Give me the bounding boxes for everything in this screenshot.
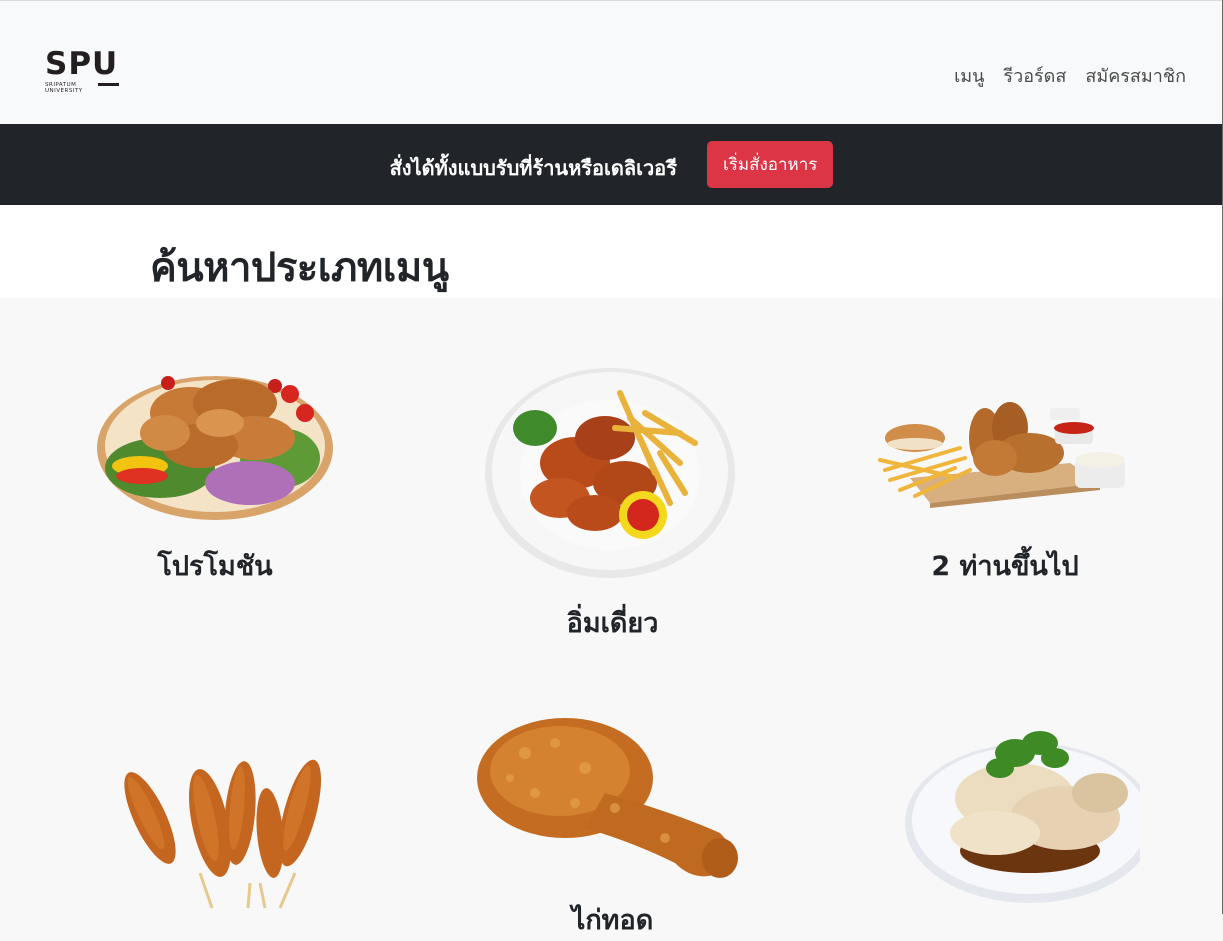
category-label-fried-chicken: ไก่ทอด [571, 905, 654, 936]
nav-link-rewards[interactable]: รีวอร์ดส [1003, 61, 1066, 90]
fried-chicken-platter-image [97, 376, 333, 520]
category-grid: โปรโมชัน อิ่มเดี่ยว 2 ท่านขึ้นไป ไก่ทอด [0, 298, 1223, 936]
logo-underline [98, 83, 119, 86]
category-label-promotion: โปรโมชัน [157, 551, 273, 582]
category-card-sharing[interactable]: 2 ท่านขึ้นไป [870, 398, 1140, 588]
category-card-promotion[interactable]: โปรโมชัน [90, 358, 340, 648]
logo-subtitle-line2: UNIVERSITY [45, 88, 83, 94]
promo-banner: สั่งได้ทั้งแบบรับที่ร้านหรือเดลิเวอรี เร… [0, 124, 1223, 205]
start-order-button[interactable]: เริ่มสั่งอาหาร [706, 141, 834, 188]
spu-logo[interactable]: SPU SRIPATUM UNIVERSITY [45, 49, 125, 97]
logo-wordmark: SPU [45, 46, 119, 82]
fried-sticks-image [124, 759, 322, 909]
category-label-sharing: 2 ท่านขึ้นไป [931, 551, 1079, 582]
fried-drumstick-image [477, 718, 738, 878]
heading-section: ค้นหาประเภทเมนู [0, 205, 1223, 298]
logo-subtitle: SRIPATUM UNIVERSITY [45, 82, 100, 94]
category-label-single: อิ่มเดี่ยว [566, 608, 659, 639]
chicken-fries-tray-image [878, 402, 1125, 508]
hainanese-chicken-image [905, 731, 1140, 903]
nav-link-menu[interactable]: เมนู [954, 61, 984, 90]
category-card-single[interactable]: อิ่มเดี่ยว [480, 363, 745, 663]
promo-text: สั่งได้ทั้งแบบรับที่ร้านหรือเดลิเวอรี [389, 155, 677, 180]
nav-link-signup[interactable]: สมัครสมาชิก [1085, 61, 1186, 90]
category-card-6[interactable] [905, 723, 1140, 914]
nav-links: เมนู รีวอร์ดส สมัครสมาชิก [954, 61, 1186, 90]
category-card-fried-chicken[interactable]: ไก่ทอด [475, 713, 750, 936]
navbar: SPU SRIPATUM UNIVERSITY เมนู รีวอร์ดส สม… [0, 0, 1223, 124]
page-title: ค้นหาประเภทเมนู [150, 245, 449, 291]
category-card-4[interactable] [100, 743, 340, 914]
wings-and-fries-plate-image [485, 368, 735, 578]
